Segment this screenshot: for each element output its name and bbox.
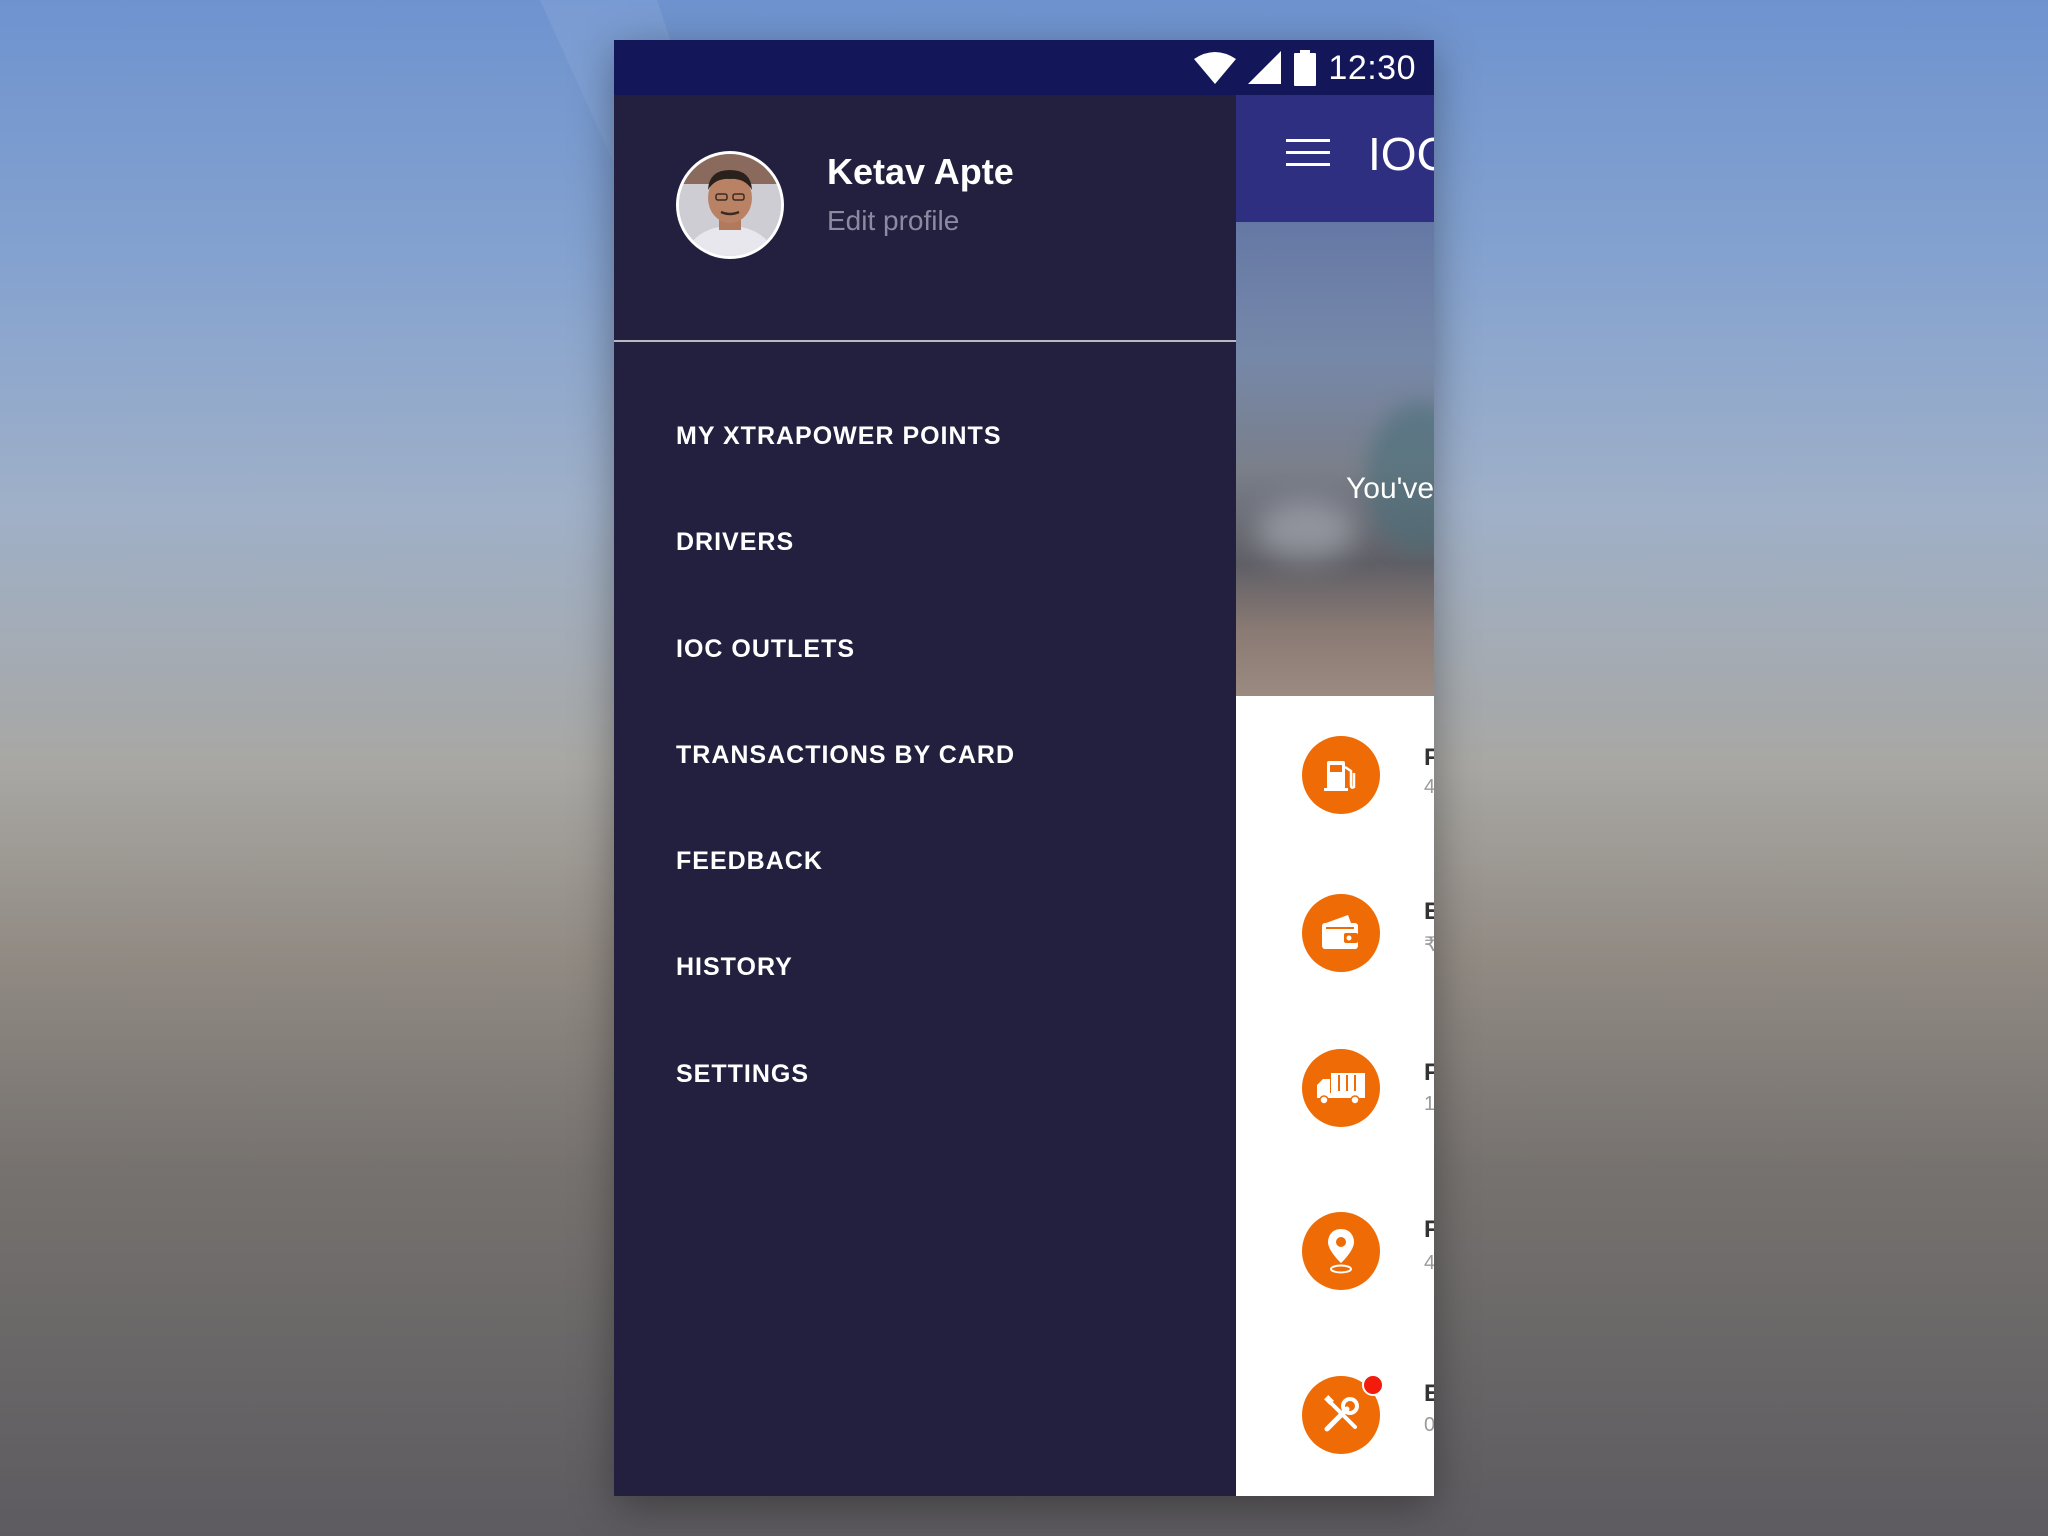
truck-icon [1302, 1049, 1380, 1127]
list-item-subtitle: 4 [1424, 776, 1434, 798]
fuel-pump-icon [1302, 736, 1380, 814]
list-item-subtitle: 4 [1424, 1252, 1434, 1274]
list-item-title: F [1424, 744, 1434, 771]
list-item-subtitle: 0 [1424, 1414, 1434, 1436]
notification-badge [1362, 1374, 1384, 1396]
list-item-title: E [1424, 1380, 1434, 1407]
menu-item-drivers[interactable]: DRIVERS [614, 502, 1236, 582]
location-pin-icon [1302, 1212, 1380, 1290]
navigation-drawer: Ketav Apte Edit profile MY XTRAPOWER POI… [614, 95, 1236, 1496]
menu-item-feedback[interactable]: FEEDBACK [614, 821, 1236, 901]
list-item-subtitle: ₹ [1424, 934, 1434, 956]
battery-icon [1294, 50, 1317, 86]
list-item[interactable]: E 0 [1236, 1374, 1434, 1496]
feature-list: F 4 E ₹ F 1 F 4 E 0 [1236, 696, 1434, 1496]
avatar[interactable] [676, 151, 784, 259]
list-item[interactable]: F 4 [1236, 736, 1434, 856]
hero-image-blur [1256, 502, 1356, 562]
wifi-icon [1194, 52, 1237, 84]
app-bar: IOC [1236, 95, 1434, 222]
list-item-title: F [1424, 1216, 1434, 1243]
list-item[interactable]: F 1 [1236, 1049, 1434, 1169]
profile-name: Ketav Apte [827, 151, 1014, 192]
main-app-content: IOC You've F 4 E ₹ F 1 F 4 E 0 [1236, 95, 1434, 1496]
phone-screen: 12:30 IOC You've F 4 E ₹ F 1 F 4 E 0 Ket… [614, 40, 1434, 1496]
list-item[interactable]: F 4 [1236, 1212, 1434, 1332]
list-item-title: F [1424, 1059, 1434, 1086]
list-item-subtitle: 1 [1424, 1093, 1434, 1115]
cell-signal-icon [1248, 51, 1282, 84]
status-icons: 12:30 [1194, 48, 1416, 88]
menu-item-xtrapower-points[interactable]: MY XTRAPOWER POINTS [614, 396, 1236, 476]
edit-profile-link[interactable]: Edit profile [827, 205, 959, 237]
tools-icon [1302, 1374, 1384, 1454]
hero-banner: You've [1236, 222, 1434, 696]
wallet-icon [1302, 894, 1380, 972]
menu-item-ioc-outlets[interactable]: IOC OUTLETS [614, 609, 1236, 689]
drawer-profile-header: Ketav Apte Edit profile [614, 95, 1236, 342]
status-bar: 12:30 [614, 40, 1434, 95]
hero-text: You've [1346, 472, 1434, 505]
hamburger-menu-icon[interactable] [1286, 139, 1330, 169]
menu-item-settings[interactable]: SETTINGS [614, 1034, 1236, 1114]
status-time: 12:30 [1328, 48, 1416, 87]
list-item[interactable]: E ₹ [1236, 894, 1434, 1014]
app-title: IOC [1368, 128, 1434, 180]
list-item-title: E [1424, 898, 1434, 925]
menu-item-history[interactable]: HISTORY [614, 927, 1236, 1007]
menu-item-transactions-by-card[interactable]: TRANSACTIONS BY CARD [614, 715, 1236, 795]
